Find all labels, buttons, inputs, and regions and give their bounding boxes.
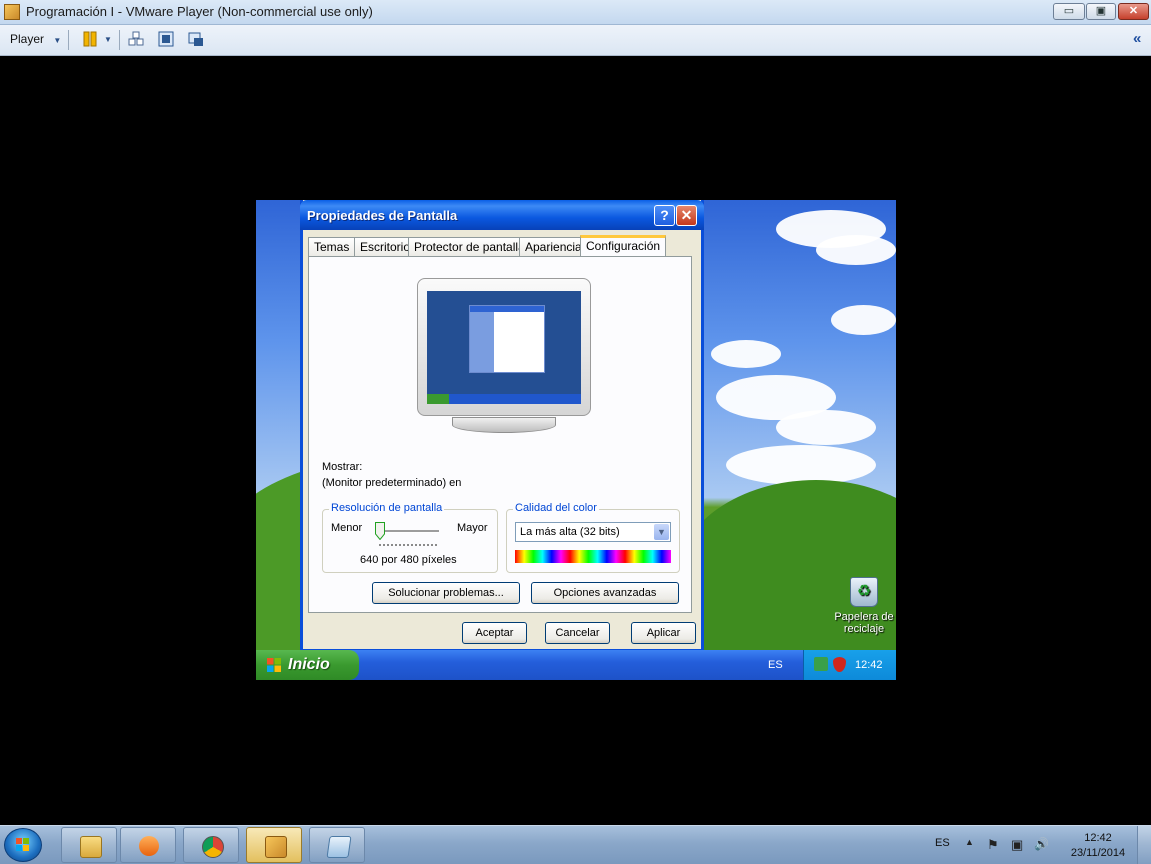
color-quality-group-label: Calidad del color xyxy=(513,502,599,514)
color-quality-select[interactable]: La más alta (32 bits) ▼ xyxy=(515,522,671,542)
wallpaper-cloud xyxy=(816,235,896,265)
show-hidden-icons-button[interactable]: ▲ xyxy=(965,837,974,847)
xp-clock: 12:42 xyxy=(855,659,883,671)
chrome-taskbar-button[interactable] xyxy=(183,827,239,863)
host-time: 12:42 xyxy=(1084,832,1112,844)
monitor-stand xyxy=(452,417,556,433)
monitor-preview xyxy=(417,278,591,433)
resolution-min-label: Menor xyxy=(331,522,363,534)
host-date: 23/11/2014 xyxy=(1070,847,1126,859)
toolbar-separator xyxy=(119,30,120,50)
tab-temas[interactable]: Temas xyxy=(308,237,356,256)
apply-button[interactable]: Aplicar xyxy=(631,622,696,644)
advanced-button[interactable]: Opciones avanzadas xyxy=(531,582,679,604)
close-button[interactable]: ✕ xyxy=(1118,3,1149,20)
preview-taskbar xyxy=(427,394,581,404)
wallpaper-cloud xyxy=(726,445,876,485)
volume-icon[interactable]: 🔊 xyxy=(1034,837,1049,851)
language-indicator[interactable]: ES xyxy=(768,659,783,671)
chevron-down-icon: ▼ xyxy=(53,36,62,45)
network-icon[interactable] xyxy=(814,657,828,671)
resolution-slider-ticks xyxy=(379,544,437,548)
toolbar-separator xyxy=(68,30,69,50)
help-button[interactable]: ? xyxy=(654,205,675,226)
preview-window xyxy=(469,305,545,373)
pause-icon[interactable] xyxy=(82,31,98,47)
network-icon[interactable]: ▣ xyxy=(1011,837,1023,853)
monitor-preview-screen xyxy=(427,291,581,404)
player-menu[interactable]: Player ▼ xyxy=(10,32,61,46)
preview-start-button xyxy=(427,394,449,404)
windows-logo-icon xyxy=(16,838,29,851)
vmware-toolbar: Player ▼ ▼ « xyxy=(0,25,1151,56)
tab-protector-de-pantalla[interactable]: Protector de pantalla xyxy=(408,237,531,256)
wallpaper-cloud xyxy=(831,305,896,335)
display-label: Mostrar: xyxy=(322,461,363,473)
dialog-title: Propiedades de Pantalla xyxy=(307,208,458,223)
color-spectrum-bar xyxy=(515,550,671,563)
chrome-icon xyxy=(202,836,224,858)
windows-flag-icon xyxy=(267,658,281,672)
dialog-title-bar[interactable]: Propiedades de Pantalla ? ✕ xyxy=(300,200,704,230)
tab-configuracion[interactable]: Configuración xyxy=(580,235,667,257)
color-quality-group: Calidad del color La más alta (32 bits) … xyxy=(506,502,680,573)
vmware-title-bar: Programación I - VMware Player (Non-comm… xyxy=(0,0,1151,25)
explorer-icon xyxy=(80,836,102,858)
troubleshoot-button[interactable]: Solucionar problemas... xyxy=(372,582,520,604)
guest-screen[interactable]: ♻ Papelera de reciclaje Propiedades de P… xyxy=(256,200,896,680)
ok-button[interactable]: Aceptar xyxy=(462,622,527,644)
notepad-icon xyxy=(326,836,352,858)
cancel-button[interactable]: Cancelar xyxy=(545,622,610,644)
resolution-value: 640 por 480 píxeles xyxy=(360,554,457,566)
notepad-taskbar-button[interactable] xyxy=(309,827,365,863)
dialog-close-button[interactable]: ✕ xyxy=(676,205,697,226)
notification-area: 12:42 xyxy=(803,650,896,680)
host-taskbar: ES ▲ ⚑ ▣ 🔊 12:42 23/11/2014 xyxy=(0,825,1151,864)
recycle-bin-label: Papelera de reciclaje xyxy=(834,611,894,635)
display-properties-dialog: Propiedades de Pantalla ? ✕ Temas Escrit… xyxy=(300,200,704,652)
windows-start-orb[interactable] xyxy=(4,828,42,862)
tab-escritorio[interactable]: Escritorio xyxy=(354,237,417,256)
media-player-taskbar-button[interactable] xyxy=(120,827,176,863)
collapse-toolbar-button[interactable]: « xyxy=(1133,30,1141,47)
start-button[interactable]: Inicio xyxy=(256,650,359,680)
vmware-icon xyxy=(265,836,287,858)
fullscreen-icon[interactable] xyxy=(158,31,174,47)
explorer-taskbar-button[interactable] xyxy=(61,827,117,863)
window-title: Programación I - VMware Player (Non-comm… xyxy=(26,4,373,19)
recycle-bin[interactable]: ♻ Papelera de reciclaje xyxy=(824,577,896,635)
send-keys-icon[interactable] xyxy=(128,31,144,47)
player-menu-label: Player xyxy=(10,32,45,46)
preview-window-sidebar xyxy=(470,312,494,372)
start-label: Inicio xyxy=(288,656,330,673)
show-desktop-button[interactable] xyxy=(1137,826,1151,864)
maximize-button[interactable]: ▣ xyxy=(1086,3,1116,20)
host-language-indicator[interactable]: ES xyxy=(935,837,950,849)
media-player-icon xyxy=(139,836,159,856)
chevron-down-icon: ▼ xyxy=(654,524,669,540)
wallpaper-cloud xyxy=(711,340,781,368)
vmware-app-icon xyxy=(4,4,20,20)
chevron-down-icon[interactable]: ▼ xyxy=(104,31,114,47)
minimize-button[interactable]: ▭ xyxy=(1053,3,1085,20)
action-center-icon[interactable]: ⚑ xyxy=(987,837,999,853)
settings-panel: Mostrar: (Monitor predeterminado) en Res… xyxy=(308,256,692,613)
xp-taskbar: Inicio ES 12:42 xyxy=(256,650,896,680)
tab-apariencia[interactable]: Apariencia xyxy=(519,237,588,256)
display-value: (Monitor predeterminado) en xyxy=(322,477,462,489)
host-clock[interactable]: 12:42 23/11/2014 xyxy=(1062,831,1134,861)
resolution-group-label: Resolución de pantalla xyxy=(329,502,445,514)
unity-icon[interactable] xyxy=(188,31,204,47)
resolution-slider-thumb[interactable] xyxy=(375,522,385,541)
security-shield-icon[interactable] xyxy=(833,657,846,672)
resolution-group: Resolución de pantalla Menor Mayor 640 p… xyxy=(322,502,498,573)
recycle-bin-icon: ♻ xyxy=(850,577,878,607)
vmware-taskbar-button[interactable] xyxy=(246,827,302,863)
resolution-max-label: Mayor xyxy=(457,522,488,534)
color-quality-selected: La más alta (32 bits) xyxy=(520,526,620,538)
wallpaper-cloud xyxy=(776,410,876,445)
